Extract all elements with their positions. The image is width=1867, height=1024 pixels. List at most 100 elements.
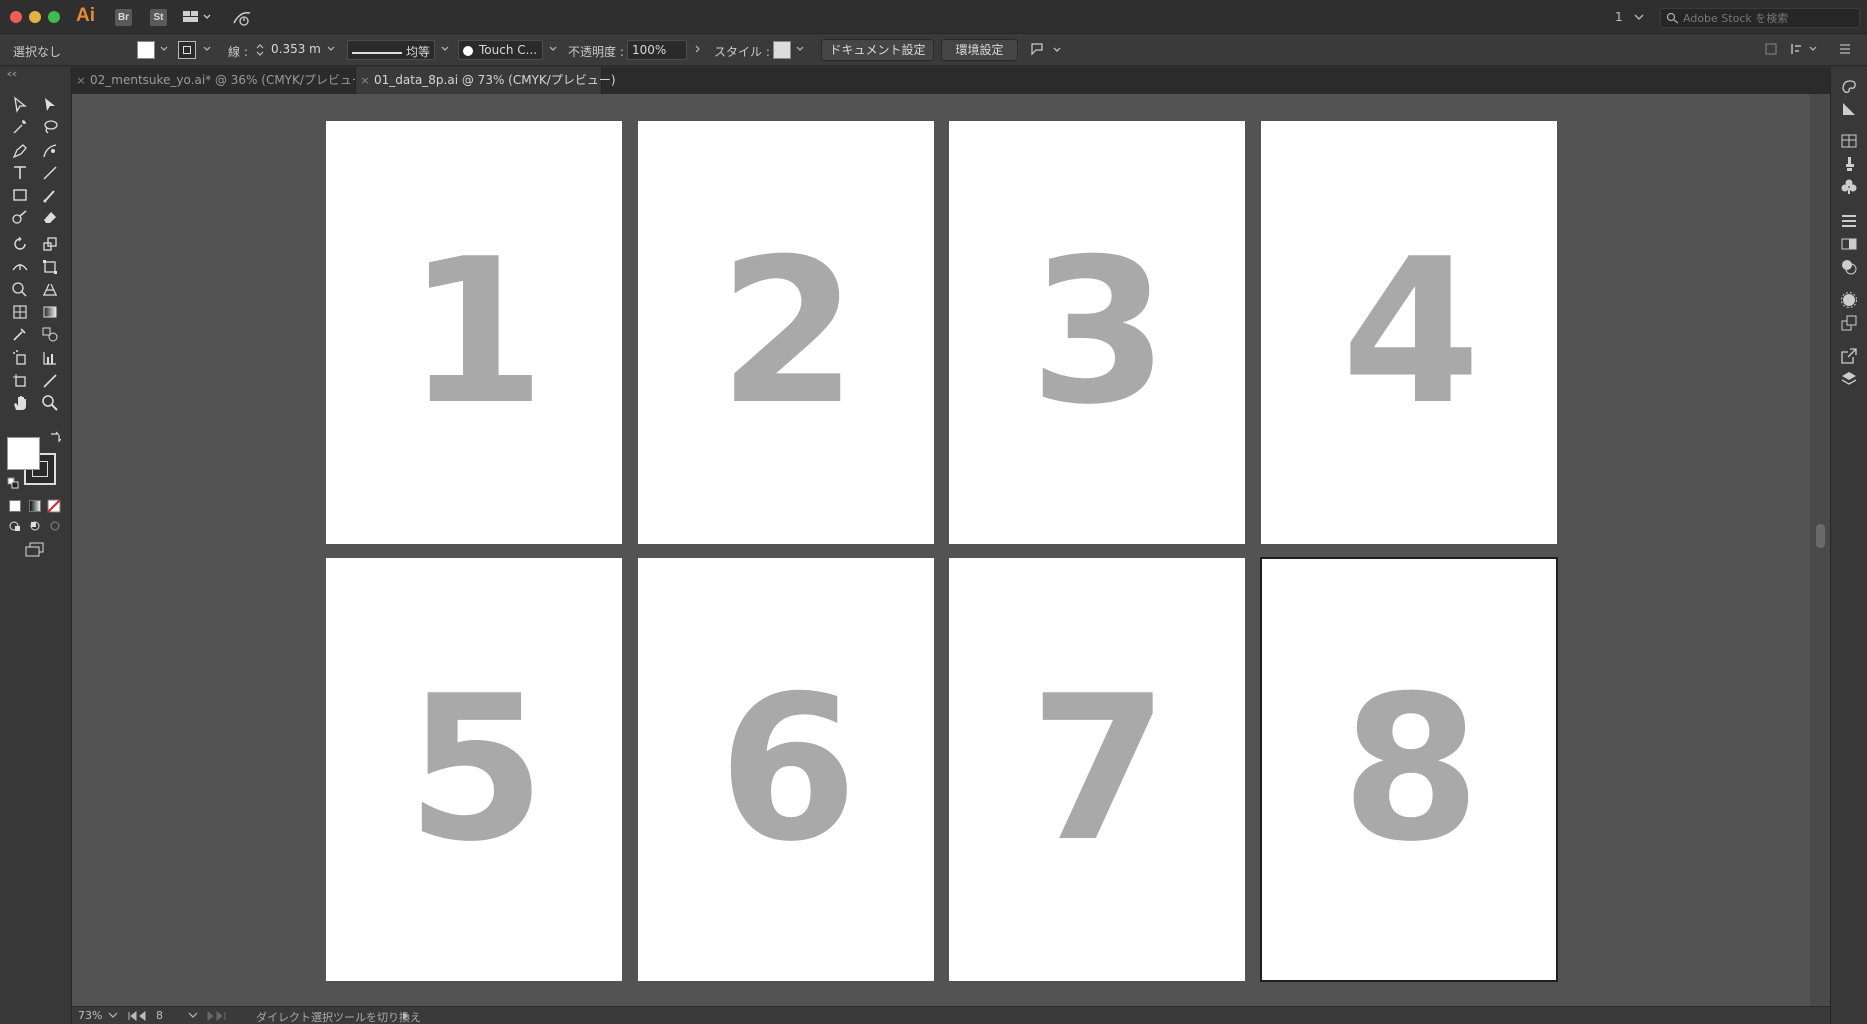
shaper-tool[interactable] [8, 206, 32, 228]
chevron-down-icon[interactable] [203, 45, 211, 53]
close-icon[interactable]: × [356, 67, 374, 94]
chevron-down-icon[interactable] [160, 45, 168, 53]
stock-button[interactable]: St [150, 9, 167, 26]
search-input[interactable] [1683, 10, 1855, 26]
draw-normal-icon[interactable] [8, 519, 22, 533]
type-tool[interactable] [8, 162, 32, 184]
play-icon[interactable] [402, 1011, 410, 1021]
opacity-field[interactable]: 100% [627, 40, 687, 60]
direct-selection-tool[interactable] [38, 94, 62, 116]
stock-search[interactable] [1660, 8, 1860, 28]
blend-tool[interactable] [38, 323, 62, 345]
layers-panel-icon[interactable] [1840, 370, 1858, 388]
tab-01-data-8p[interactable]: × 01_data_8p.ai @ 73% (CMYK/プレビュー) [355, 67, 616, 94]
line-segment-tool[interactable] [38, 162, 62, 184]
fill-swatch[interactable] [137, 41, 155, 59]
default-colors-icon[interactable] [7, 477, 19, 489]
export-assets-icon[interactable] [1840, 347, 1858, 365]
none-mode-icon[interactable] [47, 499, 61, 513]
stepper-icon[interactable] [256, 43, 264, 57]
free-transform-tool[interactable] [38, 256, 62, 278]
artboard-4[interactable]: 4 [1261, 121, 1557, 544]
brushes-panel-icon[interactable] [1840, 155, 1858, 173]
artboard-7[interactable]: 7 [949, 558, 1245, 981]
artboard-3[interactable]: 3 [949, 121, 1245, 544]
last-artboard-icon[interactable] [206, 1011, 230, 1021]
draw-inside-icon[interactable] [48, 519, 62, 533]
gradient-mode-button[interactable] [29, 500, 41, 512]
paintbrush-tool[interactable] [38, 184, 62, 206]
color-mode-button[interactable] [9, 500, 21, 512]
window-minimize-button[interactable] [29, 11, 41, 23]
lasso-tool[interactable] [38, 116, 62, 138]
perspective-grid-tool[interactable] [38, 278, 62, 300]
swatches-panel-icon[interactable] [1840, 132, 1858, 150]
pen-tool[interactable] [8, 140, 32, 162]
appearance-panel-icon[interactable] [1840, 291, 1858, 309]
align-options-icon[interactable] [1030, 42, 1062, 58]
swap-colors-icon[interactable] [49, 431, 61, 443]
scrollbar-thumb[interactable] [1816, 524, 1825, 548]
chevron-down-icon[interactable] [327, 45, 335, 53]
fill-color-box[interactable] [7, 437, 40, 470]
eraser-tool[interactable] [38, 206, 62, 228]
chevron-right-icon[interactable] [694, 45, 702, 53]
magic-wand-tool[interactable] [8, 116, 32, 138]
arrange-icon[interactable] [1764, 42, 1778, 56]
artboard-1[interactable]: 1 [326, 121, 622, 544]
stroke-swatch[interactable] [178, 41, 196, 59]
artboard-tool[interactable] [8, 370, 32, 392]
chevron-down-icon[interactable] [549, 45, 557, 53]
mesh-tool[interactable] [8, 301, 32, 323]
gradient-panel-icon[interactable] [1840, 235, 1858, 253]
graphic-styles-icon[interactable] [1840, 314, 1858, 332]
workspace-layout-icon[interactable] [182, 9, 212, 25]
window-close-button[interactable] [10, 11, 22, 23]
bridge-button[interactable]: Br [115, 9, 132, 26]
first-artboard-icon[interactable] [128, 1011, 152, 1021]
artboard-6[interactable]: 6 [638, 558, 934, 981]
curvature-tool[interactable] [38, 140, 62, 162]
window-maximize-button[interactable] [48, 11, 60, 23]
tab-02-mentsuke[interactable]: × 02_mentsuke_yo.ai* @ 36% (CMYK/プレビュー) [72, 67, 368, 94]
window-arrange-counter[interactable]: 1 [1615, 10, 1644, 24]
artboard-2[interactable]: 2 [638, 121, 934, 544]
shape-builder-tool[interactable] [8, 278, 32, 300]
selection-tool[interactable] [8, 94, 32, 116]
artboard-8[interactable]: 8 [1260, 557, 1558, 982]
screen-mode-icon[interactable] [24, 541, 46, 557]
stroke-weight-field[interactable]: 0.353 m [267, 40, 327, 60]
eyedropper-tool[interactable] [8, 323, 32, 345]
hand-tool[interactable] [8, 392, 32, 414]
zoom-tool[interactable] [38, 392, 62, 414]
zoom-field[interactable]: 73% [78, 1009, 102, 1022]
width-tool[interactable] [8, 256, 32, 278]
scale-tool[interactable] [38, 233, 62, 255]
brush-select[interactable]: Touch C... [458, 40, 543, 60]
gradient-tool[interactable] [38, 301, 62, 323]
panel-options-icon[interactable] [1790, 42, 1820, 56]
chevron-down-icon[interactable] [188, 1012, 198, 1020]
symbol-sprayer-tool[interactable] [8, 347, 32, 369]
chevron-down-icon[interactable] [796, 45, 804, 53]
gpu-performance-icon[interactable] [232, 9, 252, 27]
preferences-button[interactable]: 環境設定 [941, 39, 1018, 61]
transparency-panel-icon[interactable] [1840, 258, 1858, 276]
draw-behind-icon[interactable] [28, 519, 42, 533]
color-panel-icon[interactable] [1840, 77, 1858, 95]
menu-icon[interactable] [1838, 42, 1852, 56]
column-graph-tool[interactable] [38, 347, 62, 369]
artboard-5[interactable]: 5 [326, 558, 622, 981]
color-guide-icon[interactable] [1840, 100, 1858, 118]
artboard-number-field[interactable]: 8 [156, 1009, 163, 1022]
document-setup-button[interactable]: ドキュメント設定 [821, 39, 934, 61]
graphic-style-swatch[interactable] [773, 41, 791, 59]
stroke-panel-icon[interactable] [1840, 212, 1858, 230]
chevron-down-icon[interactable] [441, 45, 449, 53]
rectangle-tool[interactable] [8, 184, 32, 206]
rotate-tool[interactable] [8, 233, 32, 255]
chevron-down-icon[interactable] [108, 1012, 118, 1020]
stroke-profile-select[interactable]: 均等 [347, 40, 435, 60]
symbols-panel-icon[interactable] [1840, 178, 1858, 196]
collapse-icon[interactable] [6, 71, 18, 77]
